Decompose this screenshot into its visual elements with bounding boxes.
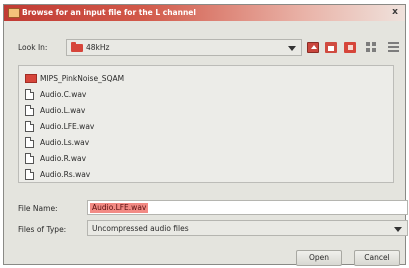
home-icon[interactable] xyxy=(325,42,337,53)
file-list[interactable]: MIPS_PinkNoise_SQAM Audio.C.wav Audio.L.… xyxy=(18,65,394,183)
files-of-type-label: Files of Type: xyxy=(18,225,67,234)
folder-icon xyxy=(71,42,83,52)
files-of-type-dropdown[interactable]: Uncompressed audio files xyxy=(87,220,408,236)
open-button[interactable]: Open xyxy=(296,250,342,266)
window-title: Browse for an input file for the L chann… xyxy=(22,8,196,17)
new-folder-icon[interactable] xyxy=(344,42,356,53)
look-in-value: 48kHz xyxy=(86,43,110,52)
file-name-label: File Name: xyxy=(18,204,58,213)
file-name: Audio.L.wav xyxy=(40,106,86,115)
file-icon xyxy=(25,153,34,164)
file-chooser-dialog: Browse for an input file for the L chann… xyxy=(3,4,408,266)
details-view-icon[interactable] xyxy=(388,42,400,53)
file-name-value: Audio.LFE.wav xyxy=(90,203,149,213)
file-icon xyxy=(25,89,34,100)
file-name: Audio.Rs.wav xyxy=(40,170,91,179)
file-name: Audio.R.wav xyxy=(40,154,87,163)
cancel-button[interactable]: Cancel xyxy=(354,250,400,266)
file-name-field[interactable]: Audio.LFE.wav xyxy=(87,200,408,215)
file-name: Audio.LFE.wav xyxy=(40,122,95,131)
up-folder-icon[interactable] xyxy=(307,42,319,53)
file-name: Audio.Ls.wav xyxy=(40,138,90,147)
look-in-label: Look In: xyxy=(18,43,48,52)
file-icon xyxy=(25,137,34,148)
file-name: MIPS_PinkNoise_SQAM xyxy=(40,74,125,83)
app-icon xyxy=(8,8,20,18)
list-view-icon[interactable] xyxy=(366,42,378,53)
file-name: Audio.C.wav xyxy=(40,90,87,99)
folder-icon xyxy=(25,74,37,83)
file-icon xyxy=(25,121,34,132)
chevron-down-icon[interactable] xyxy=(288,46,296,51)
file-icon xyxy=(25,169,34,180)
title-bar[interactable]: Browse for an input file for the L chann… xyxy=(4,5,405,21)
close-icon[interactable]: x xyxy=(389,6,401,19)
file-icon xyxy=(25,105,34,116)
chevron-down-icon[interactable] xyxy=(394,227,402,232)
look-in-dropdown[interactable]: 48kHz xyxy=(66,39,302,56)
files-of-type-value: Uncompressed audio files xyxy=(92,224,189,233)
